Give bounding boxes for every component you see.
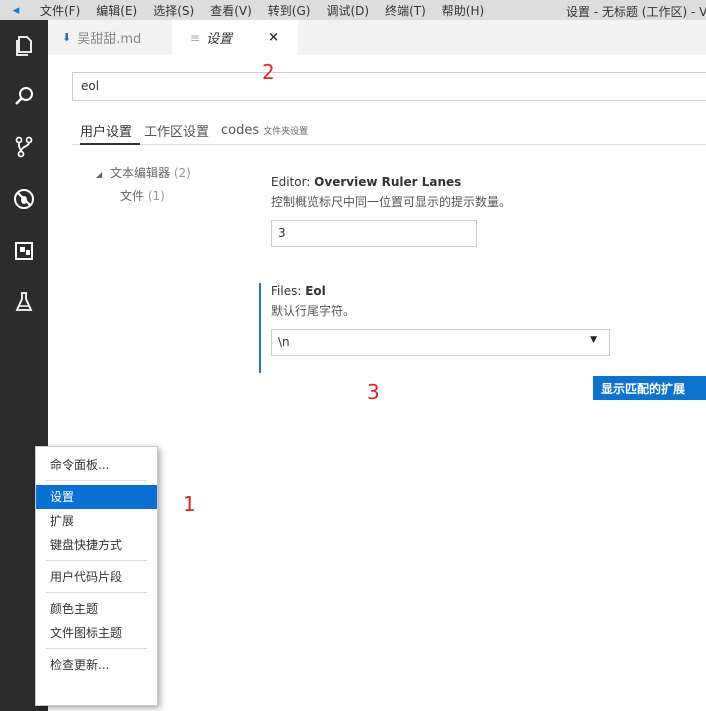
menu-debug[interactable]: 调试(D) bbox=[318, 2, 377, 19]
show-matching-extensions-button[interactable]: 显示匹配的扩展 bbox=[593, 376, 706, 400]
vscode-logo-icon: ◂ bbox=[12, 2, 20, 18]
setting-description: 控制概览标尺中同一位置可显示的提示数量。 bbox=[271, 195, 512, 209]
active-tab-indicator bbox=[80, 143, 140, 145]
chevron-down-icon: ▼ bbox=[590, 335, 597, 345]
toc-item-files[interactable]: 文件 (1) bbox=[96, 187, 191, 204]
menu-separator bbox=[46, 480, 147, 481]
annotation-2: 2 bbox=[262, 60, 275, 84]
setting-description: 默认行尾字符。 bbox=[271, 304, 356, 318]
settings-lines-icon: ≡ bbox=[190, 30, 201, 45]
menu-item-extensions[interactable]: 扩展 bbox=[36, 509, 157, 533]
expand-arrow-icon: ◢ bbox=[96, 170, 103, 179]
setting-files-eol: Files: Eol 默认行尾字符。 \n ▼ bbox=[271, 284, 610, 356]
editor-tab-bar: ⬇ 吴甜甜.md ≡ 设置 × bbox=[48, 20, 706, 55]
annotation-1: 1 bbox=[183, 492, 196, 516]
setting-title: Editor: Overview Ruler Lanes bbox=[271, 175, 462, 189]
manage-context-menu: 命令面板... 设置 扩展 键盘快捷方式 用户代码片段 颜色主题 文件图标主题 … bbox=[35, 446, 158, 706]
settings-search-input[interactable]: eol bbox=[72, 72, 706, 101]
menu-separator bbox=[46, 592, 147, 593]
menu-item-color-theme[interactable]: 颜色主题 bbox=[36, 597, 157, 621]
flask-icon[interactable] bbox=[0, 278, 48, 326]
modified-indicator bbox=[259, 283, 261, 373]
menu-file[interactable]: 文件(F) bbox=[32, 2, 88, 19]
menu-help[interactable]: 帮助(H) bbox=[434, 2, 492, 19]
source-control-icon[interactable] bbox=[0, 123, 48, 171]
tab-user-settings[interactable]: 用户设置 bbox=[80, 121, 132, 140]
close-icon[interactable]: × bbox=[268, 30, 279, 45]
toc-group-label: 文本编辑器 bbox=[109, 166, 170, 180]
tab-label: 吴甜甜.md bbox=[77, 32, 142, 47]
settings-toc: ◢ 文本编辑器 (2) 文件 (1) bbox=[96, 164, 191, 210]
window-title: 设置 - 无标题 (工作区) - V bbox=[566, 5, 706, 19]
tab-folder-settings[interactable]: codes bbox=[221, 123, 259, 138]
tab-markdown-file[interactable]: ⬇ 吴甜甜.md bbox=[48, 20, 168, 55]
toc-item-count: (1) bbox=[147, 189, 165, 203]
debug-icon[interactable] bbox=[0, 175, 48, 223]
toc-group-count: (2) bbox=[173, 166, 191, 180]
setting-title: Files: Eol bbox=[271, 284, 326, 298]
annotation-3: 3 bbox=[367, 380, 380, 404]
toc-group-text-editor[interactable]: ◢ 文本编辑器 (2) bbox=[96, 164, 191, 181]
menu-item-settings[interactable]: 设置 bbox=[36, 485, 157, 509]
markdown-icon: ⬇ bbox=[62, 31, 72, 44]
menu-terminal[interactable]: 终端(T) bbox=[377, 2, 434, 19]
overview-ruler-lanes-input[interactable]: 3 bbox=[271, 220, 477, 247]
menu-item-command-palette[interactable]: 命令面板... bbox=[36, 453, 157, 477]
files-icon[interactable] bbox=[0, 22, 48, 70]
menu-item-file-icon-theme[interactable]: 文件图标主题 bbox=[36, 621, 157, 645]
toc-item-label: 文件 bbox=[120, 189, 145, 203]
menu-goto[interactable]: 转到(G) bbox=[260, 2, 319, 19]
menu-bar: ◂ 文件(F) 编辑(E) 选择(S) 查看(V) 转到(G) 调试(D) 终端… bbox=[0, 0, 706, 20]
menu-view[interactable]: 查看(V) bbox=[202, 2, 260, 19]
extensions-icon[interactable] bbox=[0, 227, 48, 275]
folder-settings-note: 文件夹设置 bbox=[263, 127, 309, 137]
menu-selection[interactable]: 选择(S) bbox=[145, 2, 202, 19]
eol-select[interactable]: \n ▼ bbox=[271, 329, 610, 356]
settings-scope-tabs: 用户设置 工作区设置 codes 文件夹设置 bbox=[80, 121, 320, 140]
menu-separator bbox=[46, 648, 147, 649]
tab-settings[interactable]: ≡ 设置 × bbox=[172, 20, 298, 55]
search-icon[interactable] bbox=[0, 72, 48, 120]
menu-edit[interactable]: 编辑(E) bbox=[88, 2, 145, 19]
menu-item-user-snippets[interactable]: 用户代码片段 bbox=[36, 565, 157, 589]
tab-workspace-settings[interactable]: 工作区设置 bbox=[144, 121, 209, 140]
menu-item-check-updates[interactable]: 检查更新... bbox=[36, 653, 157, 677]
tab-label: 设置 bbox=[206, 32, 233, 47]
setting-overview-ruler-lanes: Editor: Overview Ruler Lanes 控制概览标尺中同一位置… bbox=[271, 175, 511, 247]
divider bbox=[72, 144, 706, 145]
menu-item-keyboard-shortcuts[interactable]: 键盘快捷方式 bbox=[36, 533, 157, 557]
menu-separator bbox=[46, 560, 147, 561]
eol-selected-value: \n bbox=[278, 335, 290, 349]
